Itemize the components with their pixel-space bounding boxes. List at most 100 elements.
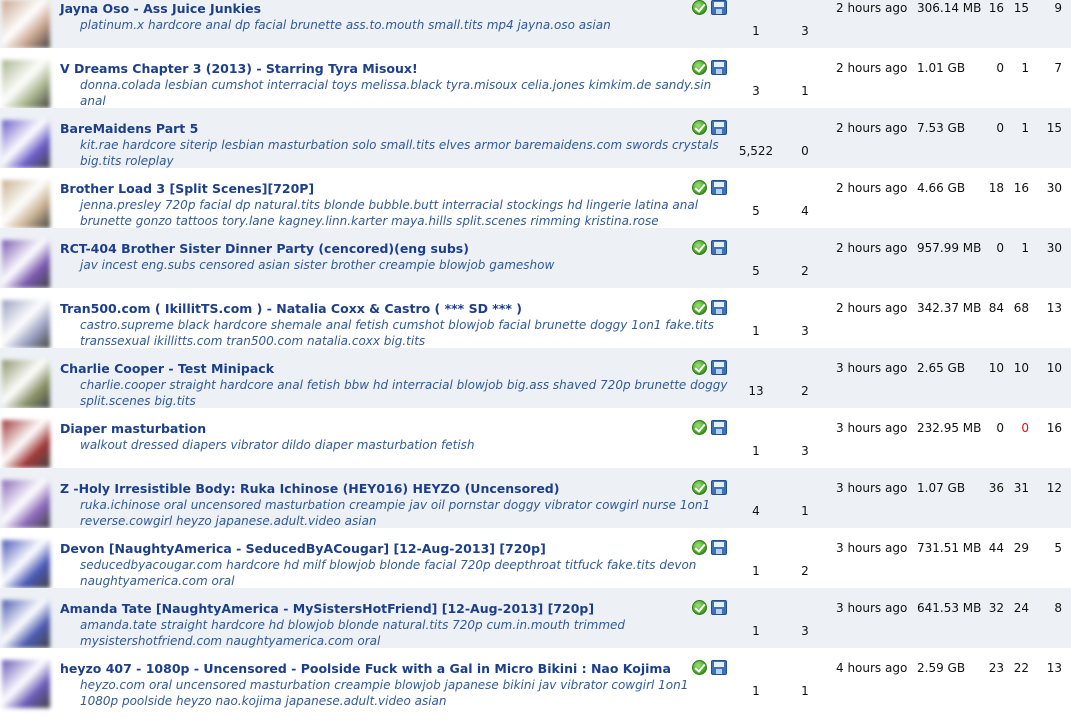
torrent-list: Jayna Oso - Ass Juice Junkies platinum.x… <box>0 0 1071 708</box>
torrent-title-link[interactable]: V Dreams Chapter 3 (2013) - Starring Tyr… <box>60 61 418 76</box>
verified-check-icon <box>692 0 707 15</box>
torrent-title-link[interactable]: Jayna Oso - Ass Juice Junkies <box>60 1 261 16</box>
verified-check-icon <box>692 540 707 555</box>
torrent-size: 342.37 MB <box>917 301 982 315</box>
stat-col-3: 9 <box>1054 1 1062 15</box>
torrent-row: Devon [NaughtyAmerica - SeducedByACougar… <box>0 528 1071 588</box>
torrent-size: 1.07 GB <box>917 481 966 495</box>
thumbnail[interactable] <box>2 600 50 648</box>
torrent-title-link[interactable]: Tran500.com ( IkillitTS.com ) - Natalia … <box>60 301 522 316</box>
stat-col-3: 5 <box>1054 541 1062 555</box>
torrent-title-link[interactable]: Brother Load 3 [Split Scenes][720P] <box>60 181 314 196</box>
download-disk-icon[interactable] <box>711 420 727 435</box>
torrent-title-link[interactable]: Devon [NaughtyAmerica - SeducedByACougar… <box>60 541 546 556</box>
torrent-title-link[interactable]: heyzo 407 - 1080p - Uncensored - Poolsid… <box>60 661 671 676</box>
verified-check-icon <box>692 180 707 195</box>
torrent-row: Jayna Oso - Ass Juice Junkies platinum.x… <box>0 0 1071 48</box>
torrent-title-link[interactable]: BareMaidens Part 5 <box>60 121 198 136</box>
torrent-size: 306.14 MB <box>917 1 982 15</box>
thumbnail[interactable] <box>2 120 50 168</box>
file-count: 1 <box>801 684 809 698</box>
stat-col-2: 68 <box>1013 301 1029 315</box>
thumbnail[interactable] <box>2 60 50 108</box>
torrent-size: 2.59 GB <box>917 661 966 675</box>
torrent-size: 957.99 MB <box>917 241 982 255</box>
file-count: 3 <box>801 324 809 338</box>
added-time: 3 hours ago <box>836 481 908 495</box>
torrent-title-link[interactable]: Z -Holy Irresistible Body: Ruka Ichinose… <box>60 481 559 496</box>
torrent-tags: heyzo.com oral uncensored masturbation c… <box>80 678 689 708</box>
added-time: 2 hours ago <box>836 121 908 135</box>
stat-col-3: 10 <box>1046 361 1062 375</box>
stat-col-2: 1 <box>1021 121 1029 135</box>
verified-check-icon <box>692 120 707 135</box>
thumbnail[interactable] <box>2 0 50 48</box>
thumbnail[interactable] <box>2 480 50 528</box>
download-disk-icon[interactable] <box>711 60 727 75</box>
added-time: 4 hours ago <box>836 661 908 675</box>
verified-check-icon <box>692 240 707 255</box>
verified-check-icon <box>692 600 707 615</box>
file-count: 1 <box>801 504 809 518</box>
torrent-size: 641.53 MB <box>917 601 982 615</box>
torrent-tags: jav incest eng.subs censored asian siste… <box>80 258 555 272</box>
added-time: 2 hours ago <box>836 241 908 255</box>
verified-check-icon <box>692 480 707 495</box>
stat-col-2: 22 <box>1013 661 1029 675</box>
thumbnail[interactable] <box>2 300 50 348</box>
file-count: 2 <box>801 264 809 278</box>
thumbnail[interactable] <box>2 240 50 288</box>
thumbnail[interactable] <box>2 660 50 708</box>
download-disk-icon[interactable] <box>711 540 727 555</box>
torrent-tags: platinum.x hardcore anal dp facial brune… <box>80 18 611 32</box>
download-disk-icon[interactable] <box>711 0 727 15</box>
file-count: 1 <box>801 84 809 98</box>
added-time: 2 hours ago <box>836 1 908 15</box>
file-count: 3 <box>801 624 809 638</box>
torrent-row: V Dreams Chapter 3 (2013) - Starring Tyr… <box>0 48 1071 108</box>
stat-col-2: 10 <box>1013 361 1029 375</box>
stat-col-2: 16 <box>1013 181 1029 195</box>
verified-check-icon <box>692 420 707 435</box>
added-time: 3 hours ago <box>836 421 908 435</box>
torrent-tags: charlie.cooper straight hardcore anal fe… <box>80 378 728 408</box>
torrent-tags: donna.colada lesbian cumshot interracial… <box>80 78 712 108</box>
stat-col-2: 31 <box>1013 481 1029 495</box>
thumbnail[interactable] <box>2 360 50 408</box>
torrent-tags: walkout dressed diapers vibrator dildo d… <box>80 438 475 452</box>
thumbnail[interactable] <box>2 180 50 228</box>
torrent-tags: seducedbyacougar.com hardcore hd milf bl… <box>80 558 697 588</box>
download-disk-icon[interactable] <box>711 300 727 315</box>
download-disk-icon[interactable] <box>711 480 727 495</box>
stat-col-2: 24 <box>1013 601 1029 615</box>
download-disk-icon[interactable] <box>711 660 727 675</box>
download-disk-icon[interactable] <box>711 180 727 195</box>
torrent-row: BareMaidens Part 5 kit.rae hardcore site… <box>0 108 1071 168</box>
torrent-title-link[interactable]: Charlie Cooper - Test Minipack <box>60 361 274 376</box>
torrent-tags: amanda.tate straight hardcore hd blowjob… <box>80 618 626 648</box>
added-time: 3 hours ago <box>836 361 908 375</box>
torrent-title-link[interactable]: Diaper masturbation <box>60 421 206 436</box>
verified-check-icon <box>692 660 707 675</box>
stat-col-2: 0 <box>1021 421 1029 435</box>
torrent-size: 232.95 MB <box>917 421 982 435</box>
stat-col-3: 15 <box>1046 121 1062 135</box>
torrent-size: 4.66 GB <box>917 181 966 195</box>
torrent-row: heyzo 407 - 1080p - Uncensored - Poolsid… <box>0 648 1071 708</box>
stat-col-3: 7 <box>1054 61 1062 75</box>
torrent-title-link[interactable]: RCT-404 Brother Sister Dinner Party (cen… <box>60 241 469 256</box>
torrent-row: RCT-404 Brother Sister Dinner Party (cen… <box>0 228 1071 288</box>
download-disk-icon[interactable] <box>711 360 727 375</box>
torrent-title-link[interactable]: Amanda Tate [NaughtyAmerica - MySistersH… <box>60 601 594 616</box>
torrent-row: Charlie Cooper - Test Minipack charlie.c… <box>0 348 1071 408</box>
thumbnail[interactable] <box>2 420 50 468</box>
torrent-tags: kit.rae hardcore siterip lesbian masturb… <box>80 138 719 168</box>
download-disk-icon[interactable] <box>711 600 727 615</box>
download-disk-icon[interactable] <box>711 240 727 255</box>
torrent-size: 2.65 GB <box>917 361 966 375</box>
thumbnail[interactable] <box>2 540 50 588</box>
download-disk-icon[interactable] <box>711 120 727 135</box>
torrent-size: 1.01 GB <box>917 61 966 75</box>
stat-col-2: 1 <box>1021 241 1029 255</box>
stat-col-3: 8 <box>1054 601 1062 615</box>
